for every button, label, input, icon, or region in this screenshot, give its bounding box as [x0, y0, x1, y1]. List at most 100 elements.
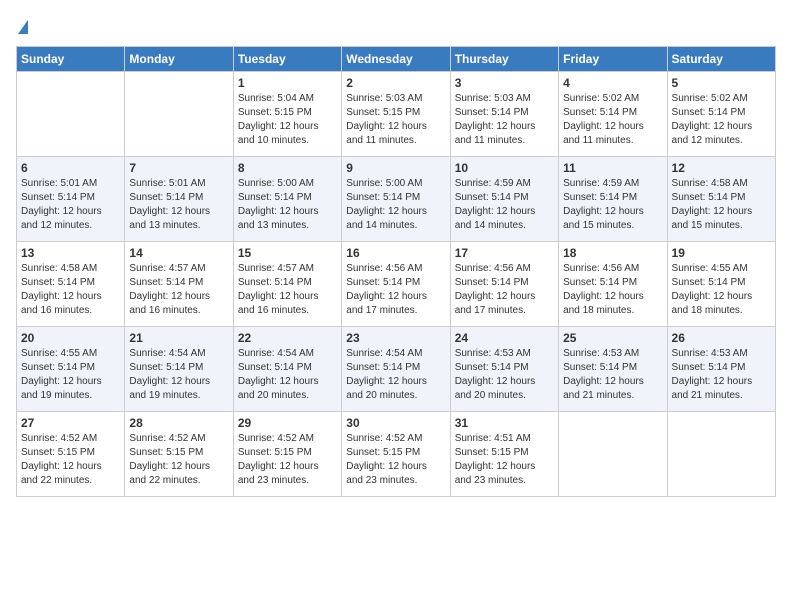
- day-cell: 17Sunrise: 4:56 AM Sunset: 5:14 PM Dayli…: [450, 242, 558, 327]
- day-number: 4: [563, 76, 662, 90]
- day-info: Sunrise: 5:02 AM Sunset: 5:14 PM Dayligh…: [563, 92, 662, 148]
- day-number: 9: [346, 161, 445, 175]
- day-info: Sunrise: 4:57 AM Sunset: 5:14 PM Dayligh…: [238, 262, 337, 318]
- day-number: 2: [346, 76, 445, 90]
- day-number: 10: [455, 161, 554, 175]
- day-cell: 30 Sunrise: 4:52 AM Sunset: 5:15 PM Dayli…: [342, 412, 450, 497]
- day-info: Sunrise: 4:51 AM Sunset: 5:15 PM Dayligh…: [455, 432, 554, 488]
- day-cell: 21 Sunrise: 4:54 AM Sunset: 5:14 PM Dayli…: [125, 327, 233, 412]
- day-info: Sunrise: 4:57 AM Sunset: 5:14 PM Dayligh…: [129, 262, 228, 318]
- day-cell: 22 Sunrise: 4:54 AM Sunset: 5:14 PM Dayli…: [233, 327, 341, 412]
- day-cell: 5 Sunrise: 5:02 AM Sunset: 5:14 PM Daylig…: [667, 72, 775, 157]
- day-cell: 15 Sunrise: 4:57 AM Sunset: 5:14 PM Dayli…: [233, 242, 341, 327]
- day-number: 13: [21, 246, 120, 260]
- day-cell: 16 Sunrise: 4:56 AM Sunset: 5:14 PM Dayli…: [342, 242, 450, 327]
- day-cell: 2Sunrise: 5:03 AM Sunset: 5:15 PM Daylig…: [342, 72, 450, 157]
- header-sunday: Sunday: [17, 47, 125, 72]
- day-cell: [667, 412, 775, 497]
- day-info: Sunrise: 5:03 AM Sunset: 5:14 PM Dayligh…: [455, 92, 554, 148]
- day-info: Sunrise: 5:02 AM Sunset: 5:14 PM Dayligh…: [672, 92, 771, 148]
- day-number: 23: [346, 331, 445, 345]
- day-info: Sunrise: 4:58 AM Sunset: 5:14 PM Dayligh…: [672, 177, 771, 233]
- day-cell: 27 Sunrise: 4:52 AM Sunset: 5:15 PM Dayli…: [17, 412, 125, 497]
- day-cell: 6 Sunrise: 5:01 AM Sunset: 5:14 PM Daylig…: [17, 157, 125, 242]
- day-info: Sunrise: 4:52 AM Sunset: 5:15 PM Dayligh…: [21, 432, 120, 488]
- header-friday: Friday: [559, 47, 667, 72]
- week-row-5: 27 Sunrise: 4:52 AM Sunset: 5:15 PM Dayli…: [17, 412, 776, 497]
- header: [16, 16, 776, 36]
- day-number: 26: [672, 331, 771, 345]
- day-info: Sunrise: 5:00 AM Sunset: 5:14 PM Dayligh…: [346, 177, 445, 233]
- day-info: Sunrise: 4:58 AM Sunset: 5:14 PM Dayligh…: [21, 262, 120, 318]
- day-number: 24: [455, 331, 554, 345]
- day-cell: 7Sunrise: 5:01 AM Sunset: 5:14 PM Daylig…: [125, 157, 233, 242]
- day-info: Sunrise: 4:59 AM Sunset: 5:14 PM Dayligh…: [563, 177, 662, 233]
- day-cell: [17, 72, 125, 157]
- day-number: 5: [672, 76, 771, 90]
- day-info: Sunrise: 4:54 AM Sunset: 5:14 PM Dayligh…: [129, 347, 228, 403]
- day-cell: 29Sunrise: 4:52 AM Sunset: 5:15 PM Dayli…: [233, 412, 341, 497]
- day-cell: 26 Sunrise: 4:53 AM Sunset: 5:14 PM Dayli…: [667, 327, 775, 412]
- header-monday: Monday: [125, 47, 233, 72]
- day-number: 15: [238, 246, 337, 260]
- header-saturday: Saturday: [667, 47, 775, 72]
- day-cell: 23 Sunrise: 4:54 AM Sunset: 5:14 PM Dayli…: [342, 327, 450, 412]
- day-number: 30: [346, 416, 445, 430]
- day-info: Sunrise: 4:52 AM Sunset: 5:15 PM Dayligh…: [129, 432, 228, 488]
- header-wednesday: Wednesday: [342, 47, 450, 72]
- day-cell: 8 Sunrise: 5:00 AM Sunset: 5:14 PM Daylig…: [233, 157, 341, 242]
- day-info: Sunrise: 4:53 AM Sunset: 5:14 PM Dayligh…: [672, 347, 771, 403]
- day-info: Sunrise: 4:54 AM Sunset: 5:14 PM Dayligh…: [238, 347, 337, 403]
- day-number: 7: [129, 161, 228, 175]
- day-cell: 28Sunrise: 4:52 AM Sunset: 5:15 PM Dayli…: [125, 412, 233, 497]
- day-info: Sunrise: 4:53 AM Sunset: 5:14 PM Dayligh…: [455, 347, 554, 403]
- day-number: 21: [129, 331, 228, 345]
- header-thursday: Thursday: [450, 47, 558, 72]
- day-cell: 14 Sunrise: 4:57 AM Sunset: 5:14 PM Dayli…: [125, 242, 233, 327]
- day-number: 20: [21, 331, 120, 345]
- day-info: Sunrise: 5:01 AM Sunset: 5:14 PM Dayligh…: [21, 177, 120, 233]
- day-cell: 13 Sunrise: 4:58 AM Sunset: 5:14 PM Dayli…: [17, 242, 125, 327]
- day-number: 1: [238, 76, 337, 90]
- day-cell: 1Sunrise: 5:04 AM Sunset: 5:15 PM Daylig…: [233, 72, 341, 157]
- day-cell: [559, 412, 667, 497]
- day-cell: [125, 72, 233, 157]
- week-row-3: 13 Sunrise: 4:58 AM Sunset: 5:14 PM Dayli…: [17, 242, 776, 327]
- logo-triangle-icon: [18, 20, 28, 34]
- day-number: 22: [238, 331, 337, 345]
- day-number: 6: [21, 161, 120, 175]
- day-number: 18: [563, 246, 662, 260]
- day-number: 8: [238, 161, 337, 175]
- day-number: 27: [21, 416, 120, 430]
- day-number: 11: [563, 161, 662, 175]
- day-cell: 12Sunrise: 4:58 AM Sunset: 5:14 PM Dayli…: [667, 157, 775, 242]
- day-number: 25: [563, 331, 662, 345]
- week-row-1: 1Sunrise: 5:04 AM Sunset: 5:15 PM Daylig…: [17, 72, 776, 157]
- day-info: Sunrise: 4:56 AM Sunset: 5:14 PM Dayligh…: [346, 262, 445, 318]
- day-info: Sunrise: 4:56 AM Sunset: 5:14 PM Dayligh…: [455, 262, 554, 318]
- day-number: 14: [129, 246, 228, 260]
- day-number: 19: [672, 246, 771, 260]
- day-info: Sunrise: 5:00 AM Sunset: 5:14 PM Dayligh…: [238, 177, 337, 233]
- day-cell: 11 Sunrise: 4:59 AM Sunset: 5:14 PM Dayli…: [559, 157, 667, 242]
- day-info: Sunrise: 4:54 AM Sunset: 5:14 PM Dayligh…: [346, 347, 445, 403]
- day-cell: 24 Sunrise: 4:53 AM Sunset: 5:14 PM Dayli…: [450, 327, 558, 412]
- day-cell: 10 Sunrise: 4:59 AM Sunset: 5:14 PM Dayli…: [450, 157, 558, 242]
- day-cell: 25 Sunrise: 4:53 AM Sunset: 5:14 PM Dayli…: [559, 327, 667, 412]
- day-number: 29: [238, 416, 337, 430]
- day-info: Sunrise: 4:52 AM Sunset: 5:15 PM Dayligh…: [346, 432, 445, 488]
- day-cell: 20Sunrise: 4:55 AM Sunset: 5:14 PM Dayli…: [17, 327, 125, 412]
- day-number: 31: [455, 416, 554, 430]
- day-cell: 9 Sunrise: 5:00 AM Sunset: 5:14 PM Daylig…: [342, 157, 450, 242]
- week-row-2: 6 Sunrise: 5:01 AM Sunset: 5:14 PM Daylig…: [17, 157, 776, 242]
- day-info: Sunrise: 4:53 AM Sunset: 5:14 PM Dayligh…: [563, 347, 662, 403]
- day-info: Sunrise: 4:59 AM Sunset: 5:14 PM Dayligh…: [455, 177, 554, 233]
- calendar-header-row: SundayMondayTuesdayWednesdayThursdayFrid…: [17, 47, 776, 72]
- day-number: 3: [455, 76, 554, 90]
- logo-general-line: [16, 16, 28, 36]
- week-row-4: 20Sunrise: 4:55 AM Sunset: 5:14 PM Dayli…: [17, 327, 776, 412]
- calendar-table: SundayMondayTuesdayWednesdayThursdayFrid…: [16, 46, 776, 497]
- header-tuesday: Tuesday: [233, 47, 341, 72]
- day-info: Sunrise: 4:56 AM Sunset: 5:14 PM Dayligh…: [563, 262, 662, 318]
- day-number: 16: [346, 246, 445, 260]
